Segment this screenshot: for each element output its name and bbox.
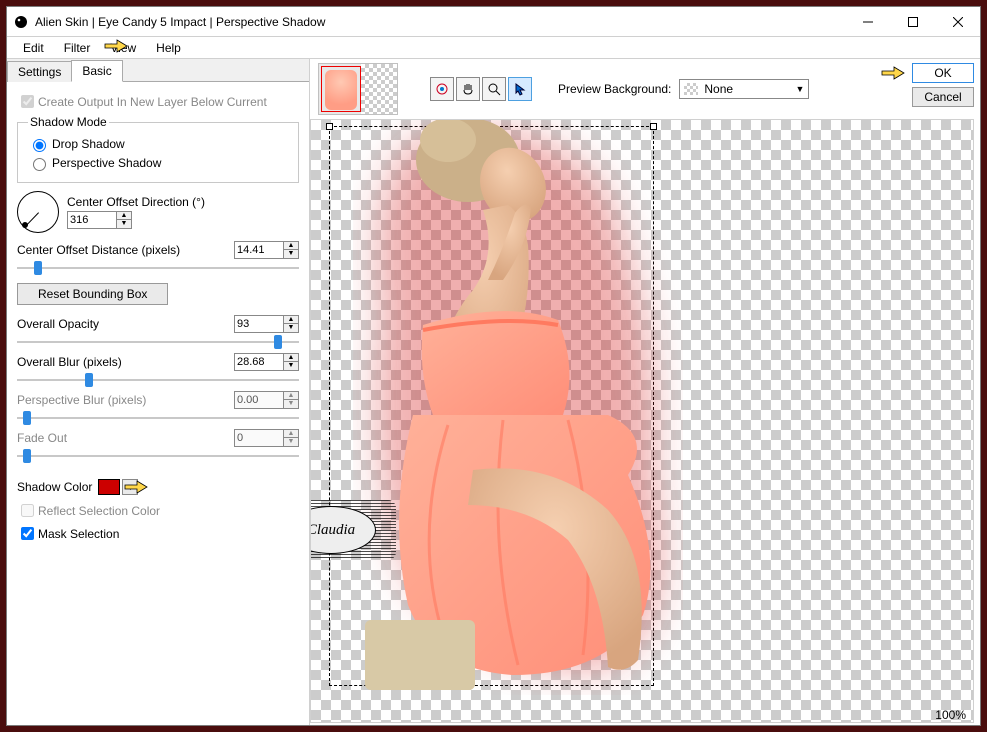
- overall-opacity-slider[interactable]: [17, 333, 299, 351]
- spin-down-icon: ▼: [284, 438, 298, 446]
- chevron-down-icon: ▼: [795, 84, 804, 94]
- window-title: Alien Skin | Eye Candy 5 Impact | Perspe…: [35, 15, 325, 29]
- spin-up-icon: ▲: [284, 392, 298, 400]
- preview-background-select[interactable]: None ▼: [679, 79, 809, 99]
- tabs: Settings Basic: [7, 59, 309, 82]
- overall-opacity-input[interactable]: [235, 316, 283, 332]
- spin-up-icon[interactable]: ▲: [284, 354, 298, 362]
- reset-bounding-box-button[interactable]: Reset Bounding Box: [17, 283, 168, 305]
- checker-icon: [684, 83, 698, 95]
- create-output-label: Create Output In New Layer Below Current: [38, 95, 267, 109]
- menu-view[interactable]: View: [100, 39, 146, 57]
- spin-up-icon[interactable]: ▲: [284, 316, 298, 324]
- reflect-selection-color-checkbox: [21, 504, 34, 517]
- perspective-blur-label: Perspective Blur (pixels): [17, 393, 146, 407]
- app-icon: [13, 14, 29, 30]
- mask-selection-label: Mask Selection: [38, 527, 119, 541]
- cancel-button[interactable]: Cancel: [912, 87, 974, 107]
- shadow-color-dropdown[interactable]: ▼: [122, 479, 138, 495]
- ok-button[interactable]: OK: [912, 63, 974, 83]
- radio-perspective-shadow-label: Perspective Shadow: [52, 156, 161, 170]
- close-button[interactable]: [935, 7, 980, 36]
- menu-bar: Edit Filter View Help: [7, 37, 980, 59]
- radio-drop-shadow[interactable]: [33, 139, 46, 152]
- preview-canvas[interactable]: Claudia: [310, 119, 974, 723]
- app-window: Alien Skin | Eye Candy 5 Impact | Perspe…: [6, 6, 981, 726]
- fade-out-slider: [17, 447, 299, 465]
- overall-blur-slider[interactable]: [17, 371, 299, 389]
- settings-panel: Settings Basic Create Output In New Laye…: [7, 59, 310, 725]
- fade-out-input: [235, 430, 283, 446]
- preview-toolbar: [430, 77, 532, 101]
- center-offset-direction-label: Center Offset Direction (°): [67, 195, 205, 209]
- color-picker-tool[interactable]: [430, 77, 454, 101]
- preview-panel: OK Cancel: [310, 59, 980, 725]
- tab-body-basic: Create Output In New Layer Below Current…: [7, 82, 309, 725]
- shadow-mode-group: Shadow Mode Drop Shadow Perspective Shad…: [17, 115, 299, 183]
- mask-selection-checkbox[interactable]: [21, 527, 34, 540]
- menu-help[interactable]: Help: [146, 39, 191, 57]
- create-output-checkbox: [21, 95, 34, 108]
- perspective-blur-input: [235, 392, 283, 408]
- spin-up-icon[interactable]: ▲: [284, 242, 298, 250]
- shadow-color-label: Shadow Color: [17, 480, 92, 494]
- window-controls: [845, 7, 980, 36]
- fade-out-label: Fade Out: [17, 431, 67, 445]
- spin-down-icon[interactable]: ▼: [284, 362, 298, 370]
- overall-blur-label: Overall Blur (pixels): [17, 355, 122, 369]
- radio-drop-shadow-label: Drop Shadow: [52, 137, 125, 151]
- tab-settings[interactable]: Settings: [7, 61, 72, 82]
- preview-background-label: Preview Background:: [558, 82, 671, 96]
- minimize-button[interactable]: [845, 7, 890, 36]
- overall-opacity-label: Overall Opacity: [17, 317, 99, 331]
- center-offset-direction-input[interactable]: [68, 212, 116, 228]
- title-bar: Alien Skin | Eye Candy 5 Impact | Perspe…: [7, 7, 980, 37]
- spin-up-icon[interactable]: ▲: [117, 212, 131, 220]
- preview-background-value: None: [704, 82, 733, 96]
- spin-down-icon: ▼: [284, 400, 298, 408]
- overall-blur-input[interactable]: [235, 354, 283, 370]
- center-offset-distance-input[interactable]: [235, 242, 283, 258]
- shadow-color-swatch[interactable]: [98, 479, 120, 495]
- preview-subject: [353, 119, 683, 695]
- arrow-tool[interactable]: [508, 77, 532, 101]
- hand-tool[interactable]: [456, 77, 480, 101]
- maximize-button[interactable]: [890, 7, 935, 36]
- shadow-mode-legend: Shadow Mode: [28, 115, 109, 129]
- zoom-tool[interactable]: [482, 77, 506, 101]
- spin-down-icon[interactable]: ▼: [284, 324, 298, 332]
- center-offset-distance-slider[interactable]: [17, 259, 299, 277]
- menu-filter[interactable]: Filter: [54, 39, 101, 57]
- perspective-blur-slider: [17, 409, 299, 427]
- radio-perspective-shadow[interactable]: [33, 158, 46, 171]
- zoom-level: 100%: [935, 708, 966, 722]
- reflect-selection-color-label: Reflect Selection Color: [38, 504, 160, 518]
- spin-down-icon[interactable]: ▼: [284, 250, 298, 258]
- tab-basic[interactable]: Basic: [71, 60, 122, 82]
- center-offset-distance-label: Center Offset Distance (pixels): [17, 243, 180, 257]
- menu-edit[interactable]: Edit: [13, 39, 54, 57]
- angle-dial[interactable]: [17, 191, 59, 233]
- preview-thumbnail[interactable]: [318, 63, 398, 115]
- spin-down-icon[interactable]: ▼: [117, 220, 131, 228]
- bounding-box-handle[interactable]: [326, 123, 333, 130]
- spin-up-icon: ▲: [284, 430, 298, 438]
